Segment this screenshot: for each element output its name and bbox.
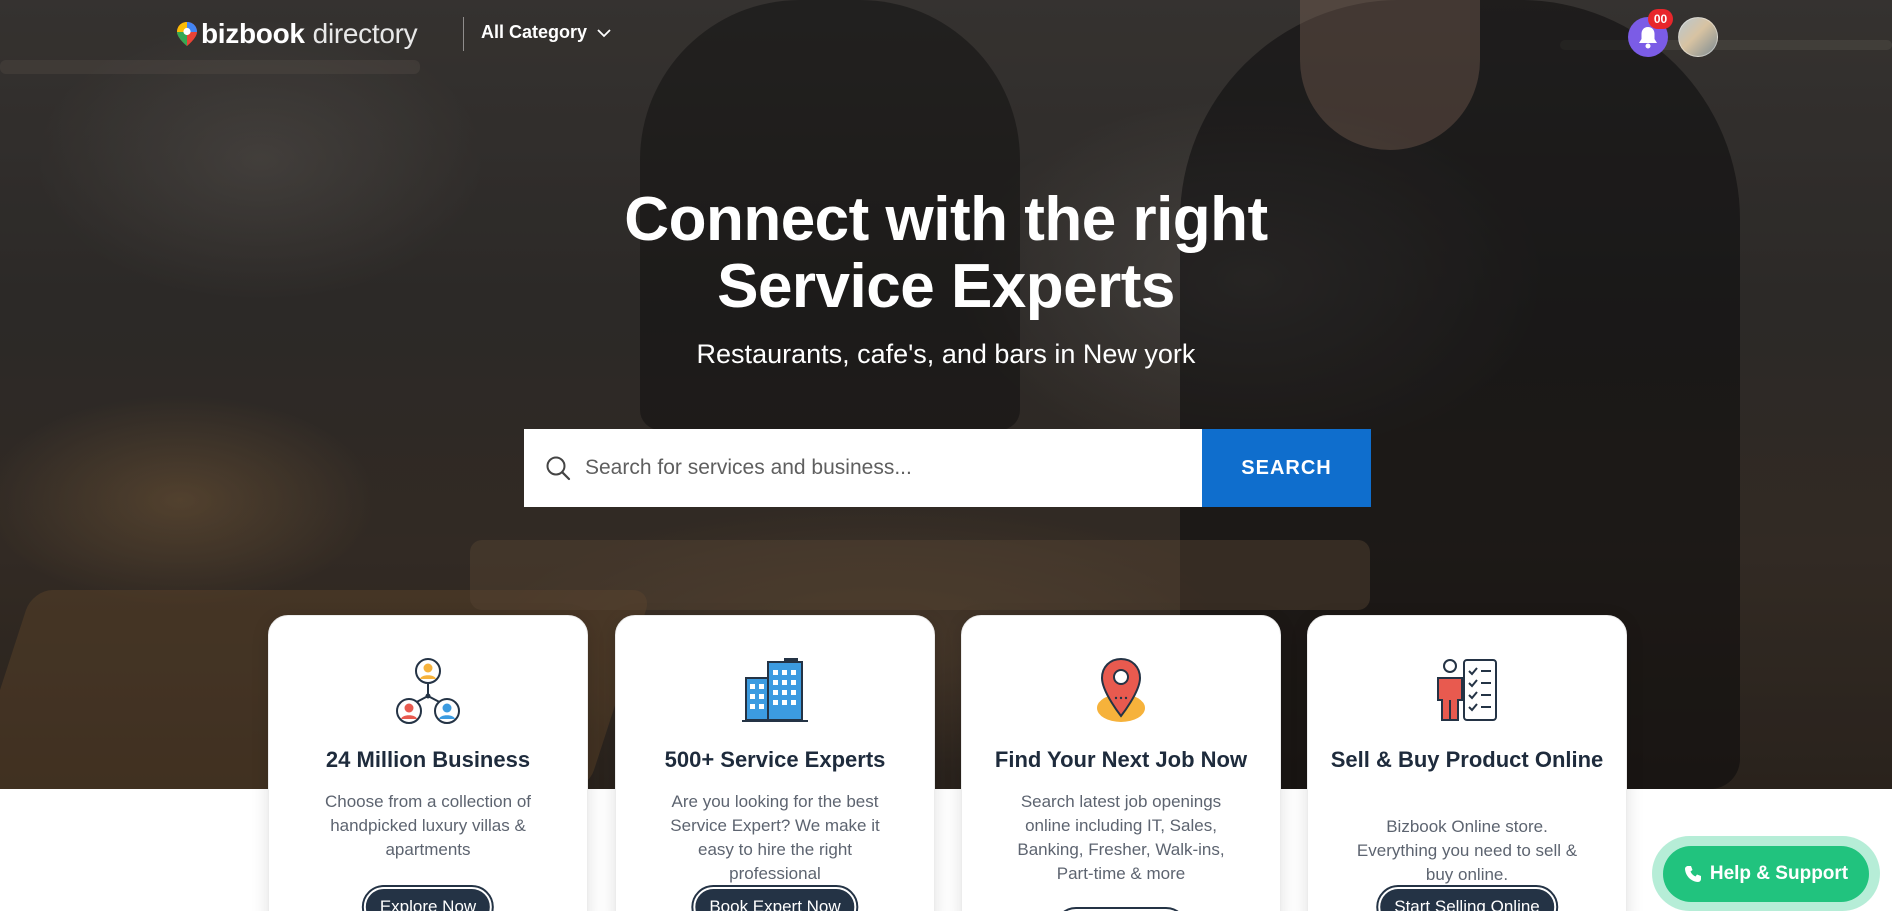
hero-title-line2: Service Experts bbox=[717, 252, 1175, 321]
user-avatar[interactable] bbox=[1678, 17, 1718, 57]
hero-subtitle: Restaurants, cafe's, and bars in New yor… bbox=[696, 339, 1196, 369]
card-description: Bizbook Online store. Everything you nee… bbox=[1356, 817, 1578, 884]
hero-title: Connect with the right Service Experts bbox=[546, 186, 1346, 320]
category-label: All Category bbox=[481, 22, 588, 42]
notification-count-badge: 00 bbox=[1648, 9, 1673, 29]
phone-icon bbox=[1684, 865, 1701, 882]
feature-card-jobs: Find Your Next Job Now Search latest job… bbox=[961, 615, 1281, 911]
search-input[interactable] bbox=[585, 456, 1185, 480]
feature-card-store: Sell & Buy Product Online Bizbook Online… bbox=[1307, 615, 1627, 911]
logo-text-light: directory bbox=[312, 18, 418, 49]
card-description: Are you looking for the best Service Exp… bbox=[670, 792, 880, 883]
network-people-icon bbox=[396, 658, 460, 724]
book-expert-now-button[interactable]: Book Expert Now bbox=[691, 885, 859, 911]
search-bar bbox=[524, 429, 1202, 507]
card-description: Choose from a collection of handpicked l… bbox=[325, 792, 531, 859]
checklist-person-icon bbox=[1437, 659, 1497, 721]
help-support-button[interactable]: Help & Support bbox=[1652, 836, 1880, 911]
header-divider bbox=[463, 17, 464, 51]
logo-text-bold: bizbook bbox=[201, 18, 305, 49]
card-title: Find Your Next Job Now bbox=[994, 747, 1248, 772]
map-pin-logo-icon bbox=[176, 21, 198, 47]
help-support-label: Help & Support bbox=[1709, 862, 1849, 884]
card-description: Search latest job openings online includ… bbox=[1017, 792, 1225, 883]
card-title: Sell & Buy Product Online bbox=[1330, 747, 1604, 772]
chevron-down-icon bbox=[597, 29, 611, 38]
search-button[interactable]: SEARCH bbox=[1202, 429, 1371, 507]
hero-title-line1: Connect with the right bbox=[624, 185, 1268, 254]
explore-now-button[interactable]: Explore Now bbox=[361, 885, 495, 911]
buildings-icon bbox=[742, 658, 808, 722]
feature-card-experts: 500+ Service Experts Are you looking for… bbox=[615, 615, 935, 911]
feature-card-business: 24 Million Business Choose from a collec… bbox=[268, 615, 588, 911]
location-pin-icon bbox=[1097, 657, 1145, 722]
card-title: 24 Million Business bbox=[325, 747, 531, 772]
search-icon bbox=[545, 455, 571, 481]
site-logo[interactable]: bizbook directory bbox=[176, 16, 418, 52]
card-title: 500+ Service Experts bbox=[664, 747, 886, 772]
start-selling-online-button[interactable]: Start Selling Online bbox=[1376, 885, 1558, 911]
all-category-dropdown[interactable]: All Category bbox=[481, 22, 611, 43]
